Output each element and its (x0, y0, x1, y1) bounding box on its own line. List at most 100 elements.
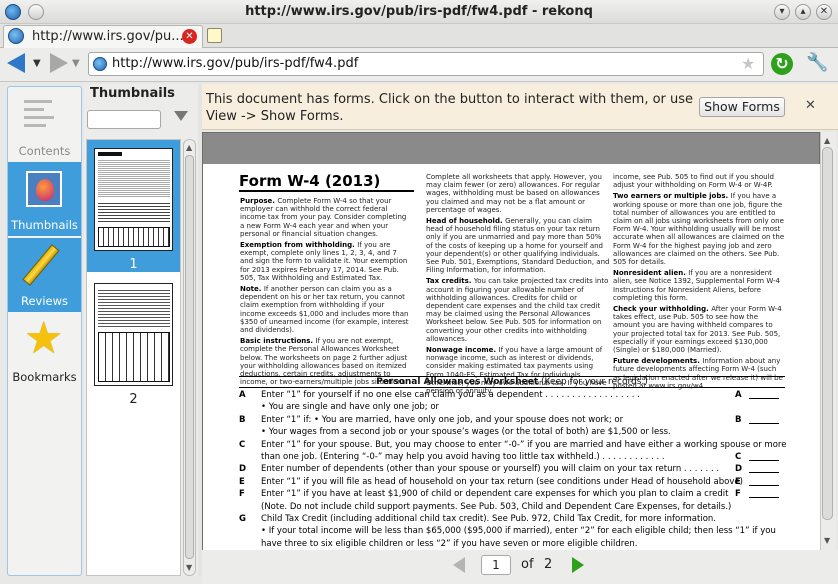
worksheet-row: G Child Tax Credit (including additional … (203, 513, 820, 525)
worksheet-title: Personal Allowances Worksheet (376, 377, 539, 387)
url-text[interactable]: http://www.irs.gov/pub/irs-pdf/fw4.pdf (112, 56, 358, 71)
doc-paragraph-text: income, see Pub. 505 to find out if you … (613, 173, 774, 190)
close-tab-icon[interactable]: ✕ (182, 29, 197, 44)
show-forms-button[interactable]: Show Forms (699, 97, 785, 117)
worksheet-row: B Enter “1” if: • You are married, have o… (203, 414, 820, 426)
worksheet-line-code: A (735, 390, 742, 400)
back-history-icon[interactable]: ▼ (33, 58, 41, 69)
worksheet-row: than one job. (Entering “-0-” may help y… (203, 451, 820, 463)
forms-message: This document has forms. Click on the bu… (206, 92, 694, 124)
worksheet-line-letter: B (239, 414, 246, 425)
worksheet-line-letter: E (239, 476, 245, 487)
doc-paragraph-text: Generally, you can claim head of househo… (426, 217, 610, 275)
thumbnail-page-1-image (94, 148, 173, 251)
worksheet-line-letter: C (239, 439, 246, 450)
thumbnail-page-2-image (94, 283, 173, 386)
worksheet-heading: Personal Allowances Worksheet (Keep for … (239, 377, 785, 387)
worksheet-entry-field[interactable] (749, 389, 779, 399)
filter-icon[interactable] (174, 111, 188, 121)
sidebar-item-thumbnails[interactable]: Thumbnails (8, 162, 81, 236)
doc-paragraph-heading: Nonresident alien. (613, 269, 689, 278)
doc-scroll-down-icon[interactable]: ▼ (824, 536, 830, 545)
worksheet-row: • Your wages from a second job or your s… (203, 426, 820, 438)
worksheet-line-letter: F (239, 489, 245, 500)
url-favicon-icon (93, 57, 107, 71)
sidebar-item-bookmarks[interactable]: ★ Bookmarks (8, 314, 81, 388)
worksheet-line-text: • You are single and have only one job; … (261, 402, 440, 413)
page-number-input[interactable]: 1 (481, 555, 511, 575)
doc-paragraph: Head of household. Generally, you can cl… (426, 217, 610, 274)
new-tab-icon[interactable] (207, 28, 222, 43)
worksheet-line-text: • Your wages from a second job or your s… (261, 427, 671, 438)
doc-column-2: Complete all worksheets that apply. Howe… (426, 173, 610, 398)
tab-label: http://www.irs.gov/pu... (32, 29, 184, 44)
sidebar-item-contents[interactable]: Contents (8, 88, 81, 162)
back-icon[interactable] (7, 53, 25, 73)
previous-page-icon[interactable] (453, 557, 465, 573)
sidebar-item-reviews[interactable]: Reviews (8, 238, 81, 312)
worksheet-line-code: C (735, 452, 742, 462)
worksheet-line-text: Enter number of dependents (other than y… (261, 464, 720, 475)
star-icon: ★ (24, 313, 64, 364)
worksheet-row: have three to six eligible children or l… (203, 538, 820, 550)
doc-scroll-handle[interactable] (822, 147, 833, 520)
worksheet-line-code: E (735, 476, 741, 487)
forward-history-icon[interactable]: ▼ (72, 58, 80, 69)
worksheet-line-letter: A (239, 390, 246, 400)
thumbnail-scroll-up-icon[interactable]: ▲ (186, 143, 192, 152)
worksheet-entry-field[interactable] (749, 476, 779, 486)
doc-paragraph-heading: Purpose. (240, 197, 278, 205)
maximize-icon[interactable]: ▴ (795, 4, 811, 20)
thumbnails-icon (26, 171, 62, 207)
thumbnail-search-input[interactable] (87, 110, 161, 129)
thumbnail-scroll-handle[interactable] (185, 155, 194, 559)
worksheet-row: • If your total income will be less than… (203, 525, 820, 537)
doc-paragraph: Purpose. Complete Form W-4 so that your … (240, 197, 412, 238)
doc-paragraph-heading: Note. (240, 285, 264, 294)
doc-paragraph-heading: Head of household. (426, 217, 506, 226)
worksheet-row: E Enter “1” if you will file as head of h… (203, 476, 820, 488)
bookmark-star-icon[interactable]: ★ (741, 54, 755, 73)
doc-paragraph-heading: Nonwage income. (426, 346, 499, 355)
doc-paragraph: Nonresident alien. If you are a nonresid… (613, 269, 785, 302)
close-message-icon[interactable]: ✕ (805, 98, 816, 113)
worksheet-line-text: (Note. Do not include child support paym… (261, 501, 732, 512)
next-page-icon[interactable] (572, 557, 584, 573)
worksheet-entry-field[interactable] (749, 414, 779, 424)
sidebar-label-reviews: Reviews (20, 294, 69, 308)
minimize-icon[interactable]: ▾ (774, 4, 790, 20)
worksheet-line-letter: G (239, 514, 246, 524)
doc-paragraph-heading: Check your withholding. (613, 305, 712, 314)
worksheet-row: (Note. Do not include child support paym… (203, 501, 820, 513)
tools-menu-icon[interactable]: 🔧 (806, 52, 828, 73)
doc-scroll-up-icon[interactable]: ▲ (824, 136, 830, 145)
worksheet-line-text: Enter “1” for your spouse. But, you may … (261, 439, 787, 450)
worksheet-line-text: Enter “1” if you have at least $1,900 of… (261, 489, 729, 500)
doc-paragraph: Exemption from withholding. If you are e… (240, 241, 412, 282)
worksheet-line-code: B (735, 414, 742, 425)
worksheet-line-text: • If your total income will be less than… (261, 526, 776, 537)
worksheet-line-text: Child Tax Credit (including additional c… (261, 514, 717, 524)
worksheet-entry-field[interactable] (749, 463, 779, 474)
doc-column-1: Purpose. Complete Form W-4 so that your … (240, 197, 412, 389)
close-window-icon[interactable]: ✕ (816, 4, 832, 20)
worksheet-line-code: F (735, 489, 741, 500)
sidebar-label-bookmarks: Bookmarks (12, 370, 77, 384)
doc-paragraph: Check your withholding. After your Form … (613, 305, 785, 354)
thumbnail-scroll-down-icon[interactable]: ▼ (186, 563, 192, 572)
worksheet-entry-field[interactable] (749, 488, 779, 499)
reload-icon[interactable]: ↻ (771, 53, 793, 75)
doc-paragraph: Note. If another person can claim you as… (240, 285, 412, 334)
pdf-page[interactable]: Form W-4 (2013) Purpose. Complete Form W… (203, 164, 820, 550)
worksheet-row: F Enter “1” if you have at least $1,900 o… (203, 488, 820, 500)
worksheet-entry-field[interactable] (749, 451, 779, 461)
worksheet-line-text: have three to six eligible children or l… (261, 538, 638, 549)
doc-column-3: income, see Pub. 505 to find out if you … (613, 173, 785, 393)
worksheet-row: D Enter number of dependents (other than … (203, 463, 820, 475)
worksheet-line-text: Enter “1” if: • You are married, have on… (261, 414, 624, 425)
tab-favicon-icon (8, 28, 24, 44)
forward-icon[interactable] (50, 53, 68, 73)
doc-paragraph: Two earners or multiple jobs. If you hav… (613, 192, 785, 266)
doc-paragraph-text: If you have a working spouse or more tha… (613, 192, 785, 267)
page-navigation-bar (202, 550, 838, 584)
